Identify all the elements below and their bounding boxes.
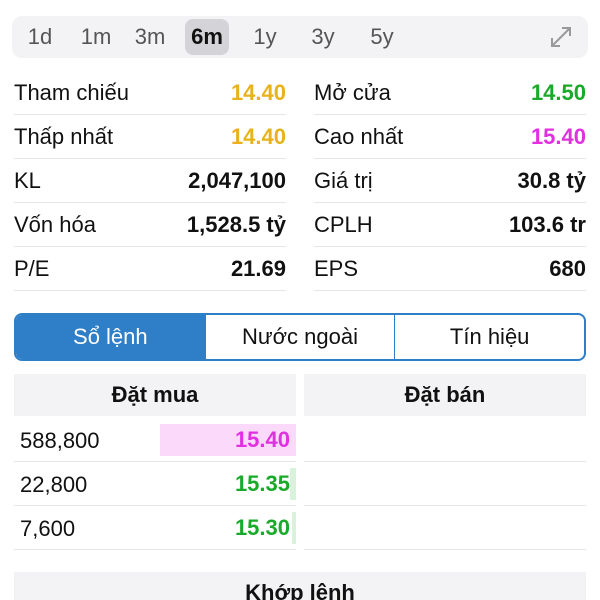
sell-order-row <box>304 418 586 462</box>
stat-label: Cao nhất <box>314 123 404 149</box>
matched-orders-header: Khớp lệnh <box>14 572 586 600</box>
range-5y[interactable]: 5y <box>360 19 404 55</box>
depth-bar <box>292 512 296 544</box>
stat-label: Tham chiếu <box>14 79 129 105</box>
stat-low: Thấp nhất 14.40 <box>14 115 286 159</box>
order-price: 15.40 <box>234 427 290 452</box>
stat-value: 14.40 <box>230 79 286 105</box>
stat-high: Cao nhất 15.40 <box>314 115 586 159</box>
stat-value: 21.69 <box>230 255 286 281</box>
stat-outstanding-shares: CPLH 103.6 tr <box>314 203 586 247</box>
order-price: 15.35 <box>234 471 290 496</box>
stat-pe: P/E 21.69 <box>14 247 286 291</box>
stat-open: Mở cửa 14.50 <box>314 71 586 115</box>
stat-label: Thấp nhất <box>14 123 114 149</box>
tab-order-book[interactable]: Sổ lệnh <box>16 315 205 359</box>
buy-order-row: 22,800 15.35 <box>14 462 296 506</box>
stat-value: 14.40 <box>230 123 286 149</box>
expand-icon[interactable] <box>548 24 574 50</box>
range-1y[interactable]: 1y <box>243 19 287 55</box>
sell-order-row <box>304 506 586 550</box>
buy-order-row: 588,800 15.40 <box>14 418 296 462</box>
range-1m[interactable]: 1m <box>74 19 118 55</box>
stat-value: 15.40 <box>530 123 586 149</box>
stat-label: P/E <box>14 255 50 281</box>
stat-value: 2,047,100 <box>188 167 286 193</box>
stat-label: Mở cửa <box>314 79 391 105</box>
sell-order-row <box>304 462 586 506</box>
buy-orders-header: Đặt mua <box>14 374 296 416</box>
stat-label: KL <box>14 167 41 193</box>
stat-volume: KL 2,047,100 <box>14 159 286 203</box>
sell-orders-header: Đặt bán <box>304 374 586 416</box>
range-1d[interactable]: 1d <box>18 19 62 55</box>
stat-value: 1,528.5 tỷ <box>186 211 286 237</box>
order-price: 15.30 <box>234 515 290 540</box>
stat-reference: Tham chiếu 14.40 <box>14 71 286 115</box>
order-volume: 588,800 <box>20 428 100 453</box>
stat-value: 680 <box>549 255 586 281</box>
stat-label: CPLH <box>314 211 373 237</box>
stat-value: 14.50 <box>530 79 586 105</box>
range-6m[interactable]: 6m <box>185 19 229 55</box>
depth-bar <box>290 468 296 500</box>
range-selector: 1d 1m 3m 6m 1y 3y 5y <box>12 16 588 58</box>
tab-signals[interactable]: Tín hiệu <box>394 315 584 359</box>
order-volume: 7,600 <box>20 516 76 541</box>
range-3m[interactable]: 3m <box>128 19 172 55</box>
stat-market-cap: Vốn hóa 1,528.5 tỷ <box>14 203 286 247</box>
stat-label: EPS <box>314 255 359 281</box>
stat-eps: EPS 680 <box>314 247 586 291</box>
buy-order-row: 7,600 15.30 <box>14 506 296 550</box>
stat-value: 30.8 tỷ <box>517 167 587 193</box>
tab-foreign[interactable]: Nước ngoài <box>204 315 395 359</box>
stat-value: 103.6 tr <box>508 211 586 237</box>
range-3y[interactable]: 3y <box>301 19 345 55</box>
stat-value-traded: Giá trị 30.8 tỷ <box>314 159 586 203</box>
stat-label: Giá trị <box>314 167 373 193</box>
order-volume: 22,800 <box>20 472 88 497</box>
stat-label: Vốn hóa <box>14 211 96 237</box>
detail-tabs: Sổ lệnh Nước ngoài Tín hiệu <box>14 313 586 361</box>
